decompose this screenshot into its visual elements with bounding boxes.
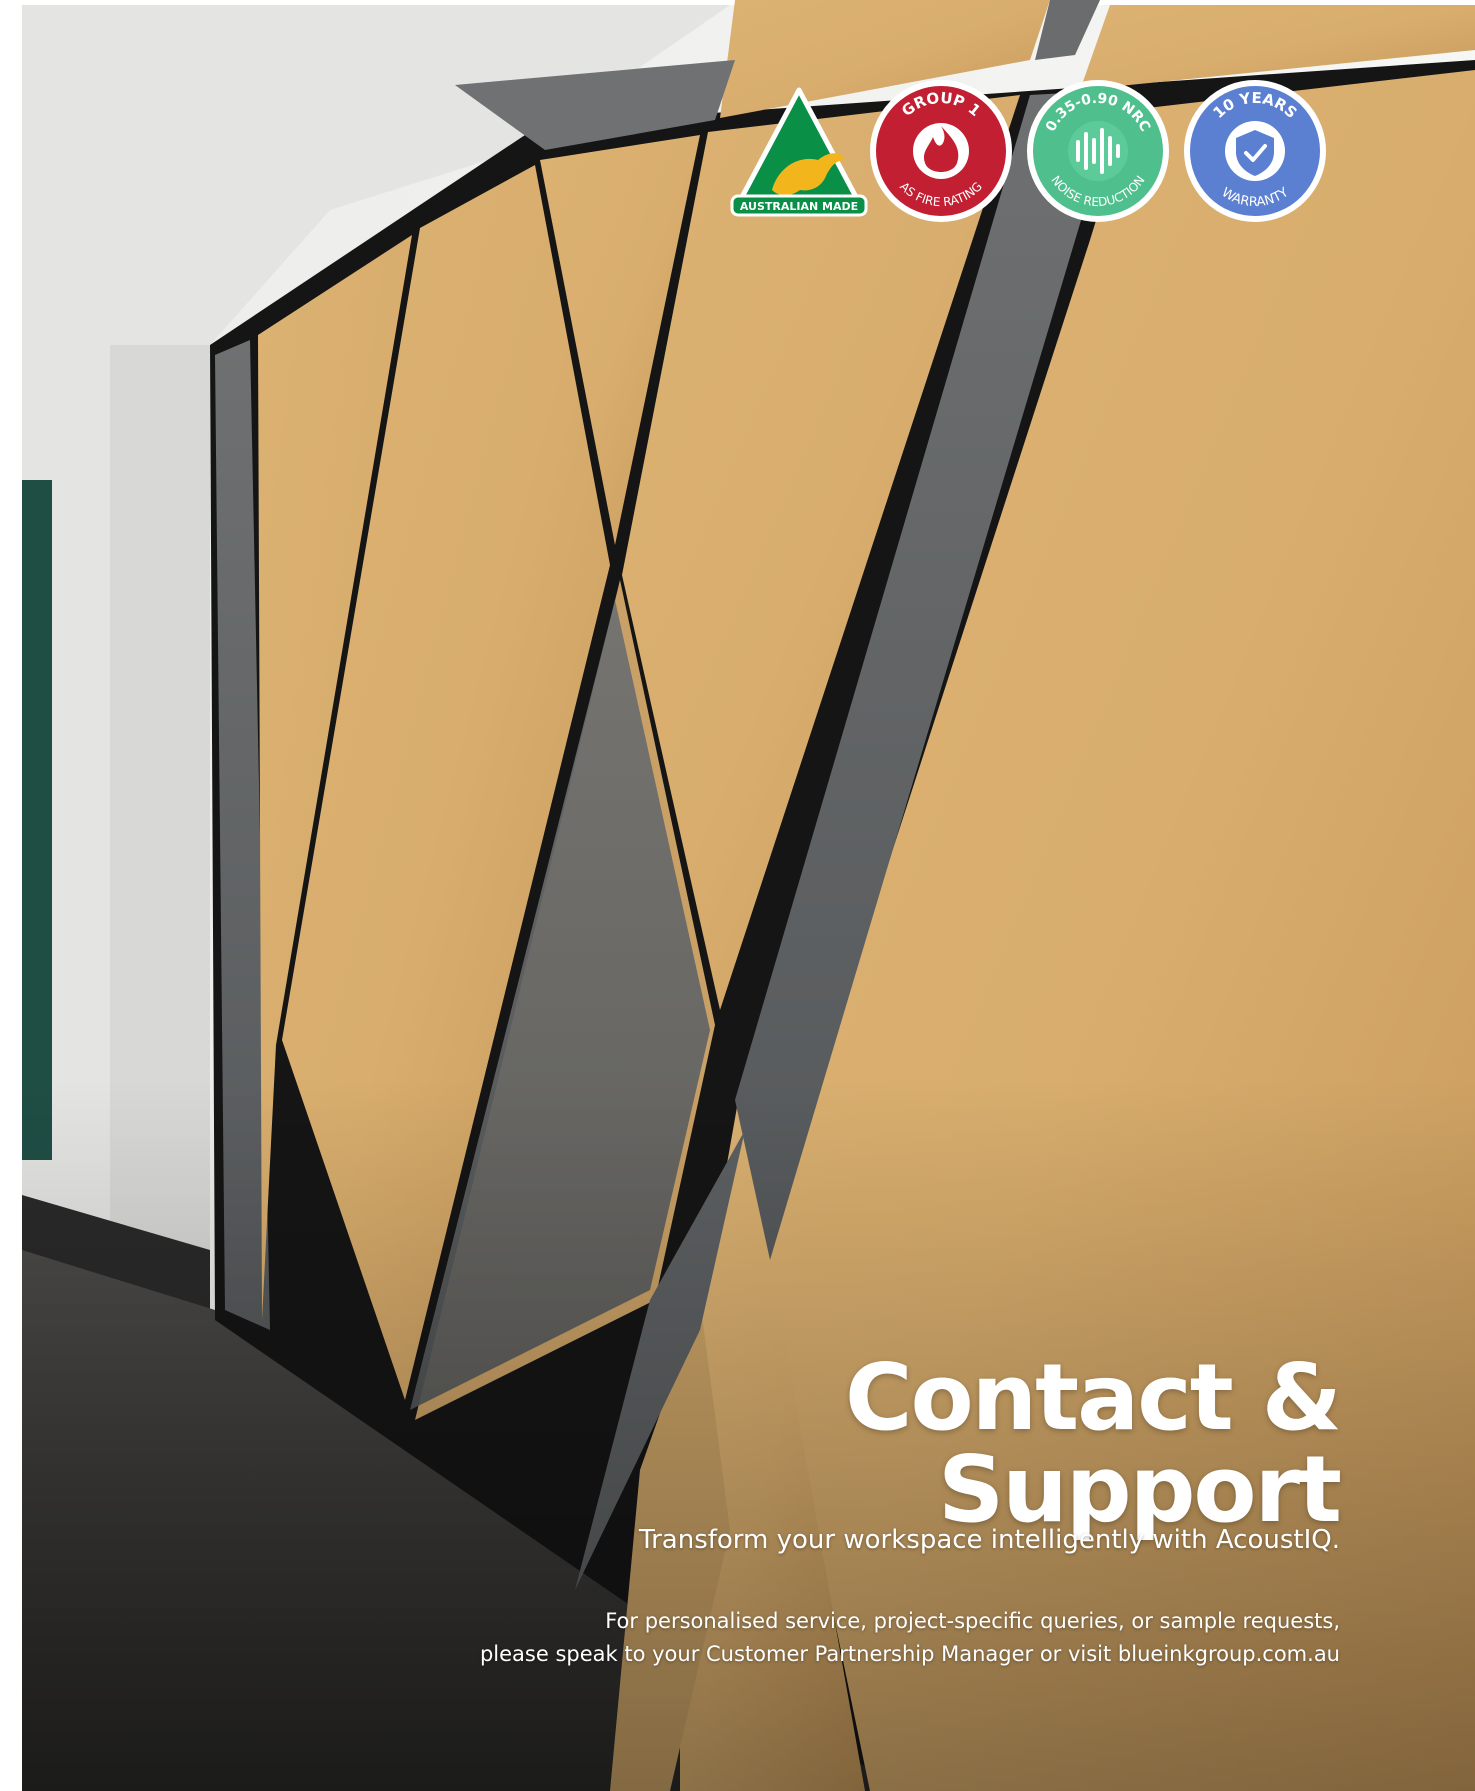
badge-noise-reduction: 0.35-0.90 NRC NOISE REDUCTION <box>1027 80 1169 222</box>
brochure-page: AUSTRALIAN MADE GROUP 1 AS FIRE RATING 0… <box>0 0 1475 1791</box>
svg-text:AUSTRALIAN MADE: AUSTRALIAN MADE <box>740 200 858 213</box>
badge-fire-rating: GROUP 1 AS FIRE RATING <box>870 80 1012 222</box>
photo-area <box>22 0 1475 1791</box>
badge-warranty: 10 YEARS WARRANTY <box>1184 80 1326 222</box>
acoustic-wall-photo: AUSTRALIAN MADE GROUP 1 AS FIRE RATING 0… <box>0 0 1475 1791</box>
